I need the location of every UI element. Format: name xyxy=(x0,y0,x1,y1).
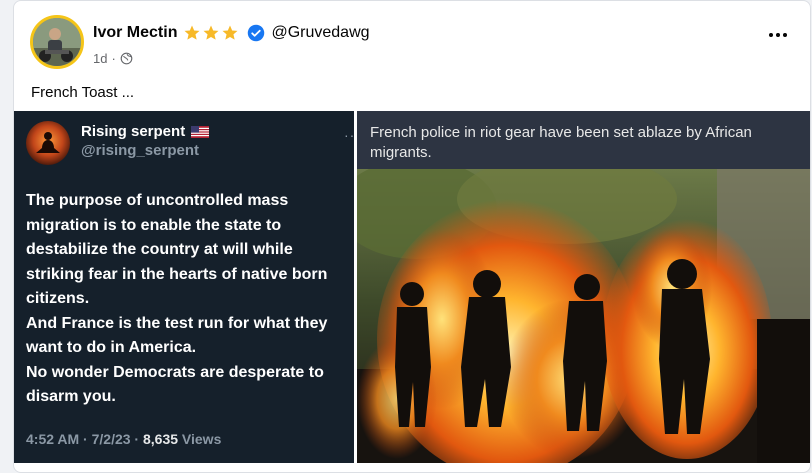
author-avatar[interactable] xyxy=(30,15,84,69)
riot-fire-image xyxy=(357,169,810,463)
news-photo[interactable]: French police in riot gear have been set… xyxy=(357,111,810,463)
post-time[interactable]: 1d xyxy=(93,51,107,66)
tweet-author-name: Rising serpent xyxy=(81,123,186,140)
post-text: French Toast ... xyxy=(31,84,135,101)
tweet-footer: 4:52 AM · 7/2/23 · 8,635 Views xyxy=(26,431,221,447)
tweet-line: And France is the test run for what they… xyxy=(26,314,328,357)
tweet-views-label: Views xyxy=(178,431,222,447)
more-dot xyxy=(776,33,780,37)
rating-stars xyxy=(183,24,239,42)
more-options-icon[interactable] xyxy=(766,25,790,45)
meta-separator: · xyxy=(111,51,116,66)
photo-caption-bar: French police in riot gear have been set… xyxy=(357,111,810,169)
globe-icon[interactable] xyxy=(120,52,133,65)
meditation-figure-icon xyxy=(36,132,60,153)
star-icon xyxy=(203,25,219,40)
us-flag-icon xyxy=(191,125,210,138)
tweet-avatar xyxy=(26,121,70,165)
photo-caption: French police in riot gear have been set… xyxy=(370,124,752,161)
post-header: Ivor Mectin @Gruvedawg 1d · xyxy=(14,1,810,79)
post-meta: 1d · xyxy=(93,51,133,66)
more-dot xyxy=(783,33,787,37)
post-card: Ivor Mectin @Gruvedawg 1d · French Toast… xyxy=(13,0,811,473)
tweet-time: 4:52 AM · 7/2/23 · xyxy=(26,431,143,447)
author-row: Ivor Mectin @Gruvedawg xyxy=(93,24,370,42)
verified-badge-icon xyxy=(248,24,265,42)
tweet-name-row: Rising serpent xyxy=(81,123,210,140)
author-name[interactable]: Ivor Mectin xyxy=(93,24,177,42)
tweet-body: The purpose of uncontrolled mass migrati… xyxy=(26,189,351,410)
star-icon xyxy=(222,25,238,40)
more-dot xyxy=(769,33,773,37)
star-icon xyxy=(184,25,200,40)
author-handle[interactable]: @Gruvedawg xyxy=(271,24,369,42)
post-media[interactable]: Rising serpent @rising_serpent ··· The p… xyxy=(14,111,810,463)
tweet-line: The purpose of uncontrolled mass migrati… xyxy=(26,192,328,307)
tweet-screenshot[interactable]: Rising serpent @rising_serpent ··· The p… xyxy=(14,111,354,463)
author-avatar-image xyxy=(33,18,81,66)
tweet-more-icon: ··· xyxy=(344,127,354,143)
tweet-line: No wonder Democrats are desperate to dis… xyxy=(26,363,324,406)
tweet-views-count: 8,635 xyxy=(142,431,179,447)
tweet-handle: @rising_serpent xyxy=(81,142,199,159)
